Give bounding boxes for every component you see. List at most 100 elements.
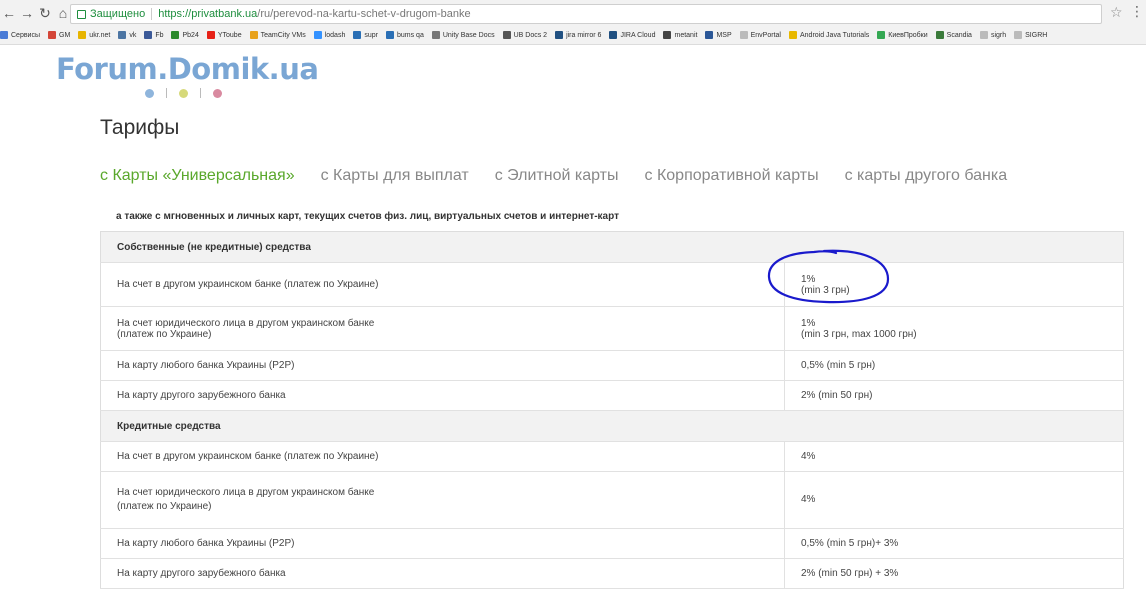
- bookmark-item[interactable]: YToube: [206, 31, 242, 39]
- table-row: На карту любого банка Украины (P2P) 0,5%…: [100, 350, 1124, 381]
- url-host: https://privatbank.ua: [158, 8, 258, 20]
- bookmark-item[interactable]: Unity Base Docs: [431, 31, 495, 39]
- card-scope-note: а также с мгновенных и личных карт, теку…: [116, 211, 619, 222]
- bookmark-item[interactable]: jira mirror 6: [555, 31, 601, 39]
- bookmark-item[interactable]: EnvPortal: [739, 31, 781, 39]
- vk-icon: [118, 31, 127, 39]
- row-label: На карту любого банка Украины (P2P): [100, 350, 785, 381]
- section-header: Кредитные средства: [100, 410, 1124, 442]
- teamcity-icon: [249, 31, 258, 39]
- row-value: 1% (min 3 грн): [784, 262, 1124, 307]
- logo-dot-divider: [166, 88, 167, 98]
- bookmark-item[interactable]: Pb24: [171, 31, 199, 39]
- bookmark-item[interactable]: metanit: [663, 31, 697, 39]
- bookmark-item[interactable]: lodash: [313, 31, 345, 39]
- supr-icon: [353, 31, 362, 39]
- bookmark-item[interactable]: TeamCity VMs: [249, 31, 306, 39]
- bookmark-item[interactable]: Сервисы: [0, 31, 40, 39]
- secure-label: Защищено: [90, 8, 146, 20]
- section-title: Собственные (не кредитные) средства: [100, 231, 1124, 263]
- bookmark-item[interactable]: MSP: [705, 31, 732, 39]
- page-title: Тарифы: [100, 116, 180, 139]
- android-icon: [788, 31, 797, 39]
- scandia-icon: [935, 31, 944, 39]
- row-value: 0,5% (min 5 грн): [784, 350, 1124, 381]
- page-icon: [739, 31, 748, 39]
- reload-icon[interactable]: ↻: [36, 5, 54, 22]
- gmail-icon: [48, 31, 57, 39]
- tab-payout-card[interactable]: с Карты для выплат: [321, 167, 469, 185]
- table-row: На карту другого зарубежного банка 2% (m…: [100, 380, 1124, 411]
- apps-icon: [0, 31, 8, 39]
- row-value: 2% (min 50 грн): [784, 380, 1124, 411]
- section-header: Собственные (не кредитные) средства: [100, 231, 1124, 263]
- row-label: На карту любого банка Украины (P2P): [100, 528, 785, 559]
- table-row: На счет юридического лица в другом украи…: [100, 306, 1124, 351]
- row-label: На карту другого зарубежного банка: [100, 558, 785, 589]
- bookmark-item[interactable]: Android Java Tutorials: [788, 31, 869, 39]
- bookmark-item[interactable]: SIGRH: [1014, 31, 1047, 39]
- page-icon: [1014, 31, 1023, 39]
- row-value: 0,5% (min 5 грн)+ 3%: [784, 528, 1124, 559]
- forum-logo: Forum.Domik.ua: [56, 52, 319, 86]
- back-arrow-icon[interactable]: ←: [0, 5, 18, 21]
- tab-corporate-card[interactable]: с Корпоративной карты: [645, 167, 819, 185]
- bookmarks-bar: Сервисы GM ukr.net vk Fb Pb24 YToube Tea…: [0, 26, 1146, 45]
- row-value: 1% (min 3 грн, max 1000 грн): [784, 306, 1124, 351]
- row-value: 2% (min 50 грн) + 3%: [784, 558, 1124, 589]
- logo-dot: [145, 88, 154, 98]
- table-row: На счет юридического лица в другом украи…: [100, 471, 1124, 529]
- table-row: На счет в другом украинском банке (плате…: [100, 262, 1124, 307]
- ub-docs-icon: [502, 31, 511, 39]
- logo-dots: [145, 88, 222, 98]
- row-label: На счет в другом украинском банке (плате…: [100, 441, 785, 472]
- bums-icon: [385, 31, 394, 39]
- table-row: На карту любого банка Украины (P2P) 0,5%…: [100, 528, 1124, 559]
- tab-other-bank-card[interactable]: с карты другого банка: [845, 167, 1008, 185]
- bookmark-item[interactable]: bums qa: [385, 31, 424, 39]
- bookmark-item[interactable]: UB Docs 2: [502, 31, 547, 39]
- row-value: 4%: [784, 471, 1124, 529]
- bookmark-item[interactable]: sigrh: [979, 31, 1006, 39]
- logo-dot-divider: [200, 88, 201, 98]
- row-value: 4%: [784, 441, 1124, 472]
- lodash-icon: [313, 31, 322, 39]
- jira-cloud-icon: [609, 31, 618, 39]
- bookmark-item[interactable]: Fb: [144, 31, 163, 39]
- tab-universal-card[interactable]: с Карты «Универсальная»: [100, 167, 295, 185]
- table-row: На счет в другом украинском банке (плате…: [100, 441, 1124, 472]
- row-label: На карту другого зарубежного банка: [100, 380, 785, 411]
- table-row: На карту другого зарубежного банка 2% (m…: [100, 558, 1124, 589]
- row-label: На счет в другом украинском банке (плате…: [100, 262, 785, 307]
- row-label: На счет юридического лица в другом украи…: [100, 306, 785, 351]
- logo-dot: [179, 88, 188, 98]
- bookmark-star-icon[interactable]: ☆: [1110, 4, 1123, 21]
- ukrnet-icon: [78, 31, 87, 39]
- bookmark-item[interactable]: Scandia: [935, 31, 972, 39]
- page-icon: [979, 31, 988, 39]
- facebook-icon: [144, 31, 153, 39]
- bookmark-item[interactable]: supr: [353, 31, 378, 39]
- section-title: Кредитные средства: [100, 410, 1124, 442]
- row-label: На счет юридического лица в другом украи…: [100, 471, 785, 529]
- msp-icon: [705, 31, 714, 39]
- logo-dot: [213, 88, 222, 98]
- address-bar[interactable]: Защищено https://privatbank.ua /ru/perev…: [70, 4, 1102, 24]
- bookmark-item[interactable]: GM: [48, 31, 70, 39]
- card-type-tabs: с Карты «Универсальная» с Карты для выпл…: [100, 167, 1033, 185]
- browser-menu-icon[interactable]: ⋮: [1130, 3, 1144, 20]
- tariff-table: Собственные (не кредитные) средства На с…: [100, 231, 1124, 589]
- metanit-icon: [663, 31, 672, 39]
- pb24-icon: [171, 31, 180, 39]
- forward-arrow-icon[interactable]: →: [18, 5, 36, 21]
- url-path: /ru/perevod-na-kartu-schet-v-drugom-bank…: [257, 8, 471, 20]
- tab-elite-card[interactable]: с Элитной карты: [495, 167, 619, 185]
- bookmark-item[interactable]: vk: [118, 31, 136, 39]
- jira-mirror-icon: [555, 31, 564, 39]
- bookmark-item[interactable]: КиевПробки: [877, 31, 928, 39]
- bookmark-item[interactable]: ukr.net: [78, 31, 110, 39]
- omnibox-separator: [151, 8, 153, 20]
- map-icon: [877, 31, 886, 39]
- bookmark-item[interactable]: JIRA Cloud: [609, 31, 655, 39]
- youtube-icon: [206, 31, 215, 39]
